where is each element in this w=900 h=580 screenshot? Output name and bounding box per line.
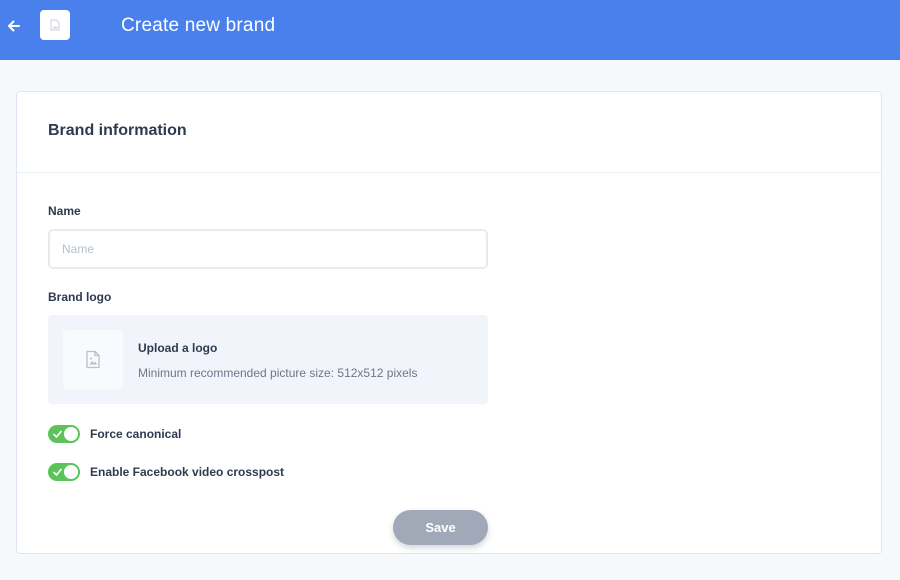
brand-logo-label: Brand logo (48, 290, 112, 304)
save-button[interactable]: Save (393, 510, 488, 545)
facebook-crosspost-toggle[interactable] (48, 463, 80, 481)
top-header: Create new brand (0, 0, 900, 60)
back-button[interactable] (4, 16, 24, 36)
image-file-icon (86, 350, 100, 369)
brand-information-card: Brand information Name Brand logo Upload… (16, 91, 882, 554)
card-divider (17, 172, 881, 173)
upload-title: Upload a logo (138, 341, 218, 355)
force-canonical-label: Force canonical (90, 427, 182, 441)
upload-hint: Minimum recommended picture size: 512x51… (138, 366, 418, 380)
page-title: Create new brand (121, 15, 276, 36)
force-canonical-toggle[interactable] (48, 425, 80, 443)
toggle-knob (64, 465, 78, 479)
logo-thumbnail (63, 330, 123, 389)
brand-avatar (40, 10, 70, 40)
check-icon (53, 468, 62, 476)
image-placeholder-icon (50, 19, 60, 31)
name-input[interactable] (48, 229, 488, 269)
logo-upload-dropzone[interactable]: Upload a logo Minimum recommended pictur… (48, 315, 488, 404)
name-label: Name (48, 204, 81, 218)
force-canonical-row: Force canonical (48, 425, 181, 443)
check-icon (53, 430, 62, 438)
card-title: Brand information (48, 122, 187, 139)
toggle-knob (64, 427, 78, 441)
facebook-crosspost-label: Enable Facebook video crosspost (90, 465, 285, 479)
facebook-crosspost-row: Enable Facebook video crosspost (48, 463, 284, 481)
arrow-left-icon (8, 20, 20, 32)
